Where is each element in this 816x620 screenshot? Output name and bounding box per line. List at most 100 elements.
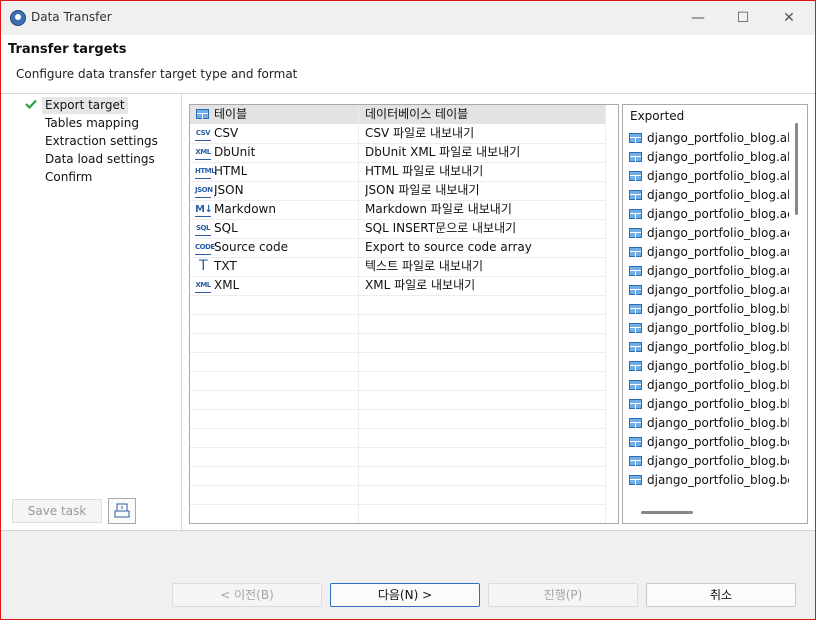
exported-table-name: django_portfolio_blog.auth [647,245,789,259]
format-row[interactable]: M↓ Markdown Markdown 파일로 내보내기 [190,200,605,220]
empty-row [190,466,605,486]
exported-table-name: django_portfolio_blog.blog [647,340,789,354]
exported-table-name: django_portfolio_blog.acco [647,207,789,221]
wizard-header: Transfer targets Configure data transfer… [1,35,815,94]
exported-table-name: django_portfolio_blog.abst [647,150,789,164]
table-icon [629,456,642,466]
exported-table-item[interactable]: django_portfolio_blog.auth [629,262,789,281]
format-name: CSV [214,126,239,140]
format-name: Markdown [214,202,276,216]
table-icon [629,152,642,162]
exported-table-item[interactable]: django_portfolio_blog.acco [629,205,789,224]
nav-item-extraction-settings[interactable]: Extraction settings [42,133,161,150]
minimize-button[interactable]: — [675,5,721,31]
format-row[interactable]: CSV CSV CSV 파일로 내보내기 [190,124,605,144]
empty-row [190,390,605,410]
prev-button[interactable]: < 이전(B) [172,583,322,607]
exported-table-name: django_portfolio_blog.blog [647,302,789,316]
sql-icon: SQL [195,222,211,236]
cancel-button[interactable]: 취소 [646,583,796,607]
exported-table-item[interactable]: django_portfolio_blog.blog [629,338,789,357]
code-icon: CODE [195,241,215,255]
exported-table-name: django_portfolio_blog.blog [647,359,789,373]
save-task-button[interactable]: Save task [12,499,102,523]
task-config-button[interactable] [108,498,136,524]
format-row[interactable]: CODE Source code Export to source code arr… [190,238,605,258]
format-description: DbUnit XML 파일로 내보내기 [365,145,521,159]
table-icon [629,285,642,295]
format-description: 텍스트 파일로 내보내기 [365,259,484,273]
format-description: Export to source code array [365,240,532,254]
exported-table-item[interactable]: django_portfolio_blog.abst [629,167,789,186]
exported-table-name: django_portfolio_blog.blog [647,321,789,335]
vertical-scrollbar[interactable] [795,123,798,215]
table-icon [629,399,642,409]
empty-row [190,428,605,448]
format-name: JSON [214,183,244,197]
table-icon [629,475,642,485]
exported-table-name: django_portfolio_blog.boo [647,454,789,468]
exported-table-item[interactable]: django_portfolio_blog.auth [629,281,789,300]
xml-icon: XML [195,279,211,293]
proceed-button[interactable]: 진행(P) [488,583,638,607]
table-icon [629,437,642,447]
exported-table-item[interactable]: django_portfolio_blog.boo [629,471,789,490]
format-row[interactable]: XML XML XML 파일로 내보내기 [190,276,605,296]
exported-table-name: django_portfolio_blog.blog [647,397,789,411]
nav-item-export-target[interactable]: Export target [42,97,128,114]
text-icon: T [198,258,208,274]
format-row[interactable]: T TXT 텍스트 파일로 내보내기 [190,257,605,277]
html-icon: HTML [195,165,216,179]
empty-row [190,333,605,353]
nav-item-confirm[interactable]: Confirm [42,169,95,186]
wizard-body: Export target Tables mapping Extraction … [1,94,815,531]
empty-row [190,485,605,505]
exported-table-item[interactable]: django_portfolio_blog.abou [629,129,789,148]
format-name: SQL [214,221,238,235]
format-row[interactable]: HTML HTML HTML 파일로 내보내기 [190,162,605,182]
table-icon [629,171,642,181]
app-icon [10,10,26,26]
format-row[interactable]: JSON JSON JSON 파일로 내보내기 [190,181,605,201]
nav-item-data-load-settings[interactable]: Data load settings [42,151,158,168]
exported-table-name: django_portfolio_blog.boo [647,473,789,487]
table-icon [629,133,642,143]
exported-table-item[interactable]: django_portfolio_blog.blog [629,414,789,433]
column-header-db-table[interactable]: 데이터베이스 테이블 [365,105,468,124]
exported-table-item[interactable]: django_portfolio_blog.blog [629,300,789,319]
maximize-button[interactable]: ☐ [720,5,766,31]
exported-table-item[interactable]: django_portfolio_blog.auth [629,243,789,262]
exported-table-item[interactable]: django_portfolio_blog.boo [629,452,789,471]
table-icon [629,323,642,333]
table-icon [629,304,642,314]
format-name: DbUnit [214,145,256,159]
page-subtitle: Configure data transfer target type and … [16,67,298,81]
exported-table-item[interactable]: django_portfolio_blog.abst [629,186,789,205]
horizontal-scrollbar[interactable] [641,511,693,514]
table-icon [196,109,209,119]
close-button[interactable]: ✕ [766,5,812,31]
exported-table-item[interactable]: django_portfolio_blog.blog [629,357,789,376]
empty-row [190,409,605,429]
exported-table-item[interactable]: django_portfolio_blog.boo [629,433,789,452]
next-button[interactable]: 다음(N) > [330,583,480,607]
table-icon [629,266,642,276]
format-row[interactable]: XML DbUnit DbUnit XML 파일로 내보내기 [190,143,605,163]
exported-table-item[interactable]: django_portfolio_blog.acco [629,224,789,243]
format-description: SQL INSERT문으로 내보내기 [365,221,517,235]
format-grid: 테이블 데이터베이스 테이블 CSV CSV CSV 파일로 내보내기 XML DbUn… [189,104,619,524]
data-transfer-window: Data Transfer — ☐ ✕ Transfer targets Con… [0,0,816,620]
exported-table-item[interactable]: django_portfolio_blog.blog [629,319,789,338]
exported-table-item[interactable]: django_portfolio_blog.blog [629,376,789,395]
column-header-table[interactable]: 테이블 [214,105,247,124]
table-icon [629,190,642,200]
table-icon [629,342,642,352]
format-name: Source code [214,240,288,254]
table-icon [629,418,642,428]
table-icon [629,361,642,371]
format-row[interactable]: SQL SQL SQL INSERT문으로 내보내기 [190,219,605,239]
nav-item-tables-mapping[interactable]: Tables mapping [42,115,142,132]
wizard-footer: < 이전(B) 다음(N) > 진행(P) 취소 [1,531,815,619]
exported-table-item[interactable]: django_portfolio_blog.blog [629,395,789,414]
exported-table-item[interactable]: django_portfolio_blog.abst [629,148,789,167]
